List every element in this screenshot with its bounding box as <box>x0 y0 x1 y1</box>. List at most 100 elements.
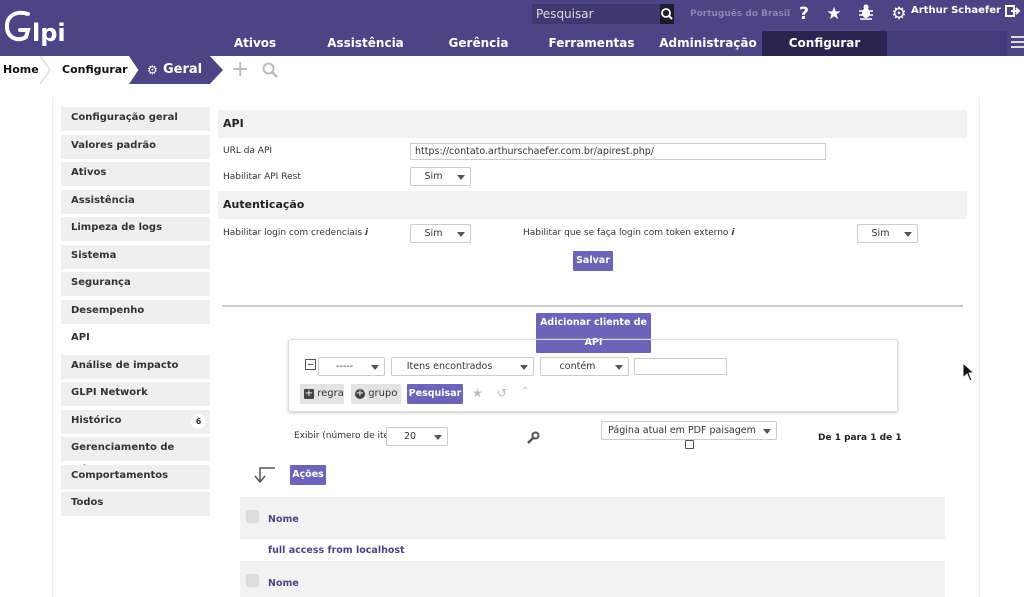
add-rule-label: regra <box>317 388 344 399</box>
creds-label-wrap: Habilitar login com credenciais i <box>223 228 368 238</box>
creds-select[interactable]: Sim <box>410 224 471 243</box>
plus-icon[interactable]: + <box>231 59 249 81</box>
chevron-down-icon <box>457 232 465 237</box>
api-url-label: URL da API <box>223 146 273 156</box>
sidebar-item-config-geral[interactable]: Configuração geral <box>61 107 210 131</box>
breadcrumb-current[interactable]: ⚙ Geral <box>129 56 223 84</box>
breadcrumb-separator-icon <box>39 56 51 84</box>
logout-icon[interactable] <box>1001 3 1023 25</box>
plus-circle-icon: + <box>355 388 365 399</box>
gear-icon: ⚙ <box>147 63 158 77</box>
sidebar-item-ativos[interactable]: Ativos <box>61 162 210 186</box>
add-group-label: grupo <box>368 388 398 399</box>
reset-icon[interactable]: ↺ <box>497 386 507 400</box>
column-header-nome[interactable]: Nome <box>268 514 299 525</box>
menu-item-administracao[interactable]: Administração <box>654 31 762 56</box>
sidebar-item-valores-padrao[interactable]: Valores padrão <box>61 134 210 159</box>
star-icon[interactable]: ★ <box>472 386 483 400</box>
select-all-checkbox[interactable] <box>246 574 259 587</box>
items-select[interactable]: Itens encontrados <box>391 357 534 376</box>
breadcrumb-home[interactable]: Home <box>3 56 39 84</box>
chevron-down-icon <box>371 365 379 370</box>
sidebar-item-seguranca[interactable]: Segurança <box>61 272 210 296</box>
token-value: Sim <box>871 228 890 239</box>
sidebar-item-assistencia[interactable]: Assistência <box>61 189 210 214</box>
sidebar-item-todos[interactable]: Todos <box>61 492 210 516</box>
display-count-select[interactable]: 20 <box>386 427 448 446</box>
chevron-down-icon <box>434 435 442 440</box>
add-group-button[interactable]: + grupo <box>351 384 401 404</box>
results-table: Nome full access from localhost Nome <box>240 497 945 597</box>
user-name[interactable]: Arthur Schaefer <box>911 5 1001 16</box>
sidebar-item-sistema[interactable]: Sistema <box>61 244 210 269</box>
menu-item-assistencia[interactable]: Assistência <box>303 31 428 56</box>
breadcrumb-configurar[interactable]: Configurar <box>62 56 128 84</box>
breadcrumb-current-label: Geral <box>163 62 203 77</box>
creds-label: Habilitar login com credenciais <box>223 228 363 238</box>
operator-select[interactable]: contém <box>540 357 629 376</box>
help-icon[interactable]: ? <box>793 3 815 25</box>
save-button[interactable]: Salvar <box>573 251 613 271</box>
search-value-input[interactable] <box>634 358 727 375</box>
sidebar-item-api[interactable]: API <box>61 327 210 351</box>
export-select-value: Página atual em PDF paisagem <box>608 425 756 436</box>
chevron-down-icon <box>615 365 623 370</box>
sidebar-item-glpi-network[interactable]: GLPI Network <box>61 382 210 406</box>
pagination-summary: De 1 para 1 de 1 <box>818 433 902 443</box>
remove-criteria-icon[interactable] <box>305 359 316 370</box>
sidebar-item-historico[interactable]: Histórico 6 <box>61 409 210 434</box>
search-criteria-panel: ----- Itens encontrados contém + regra +… <box>288 339 898 412</box>
sidebar-item-limpeza-logs[interactable]: Limpeza de logs <box>61 217 210 241</box>
info-icon[interactable]: i <box>365 228 368 238</box>
items-select-value: Itens encontrados <box>406 361 493 372</box>
sidebar-item-analise-impacto[interactable]: Análise de impacto <box>61 354 210 379</box>
auth-section-title: Autenticação <box>218 191 967 219</box>
sidebar-item-etiquetas[interactable]: Gerenciamento de Etiq... <box>61 437 210 475</box>
export-select[interactable]: Página atual em PDF paisagem <box>601 421 777 440</box>
collapse-icon[interactable]: ⌃ <box>521 386 529 397</box>
search-icon[interactable] <box>660 4 674 24</box>
menu-filler <box>887 31 1007 56</box>
field-select[interactable]: ----- <box>318 357 385 376</box>
column-footer-nome[interactable]: Nome <box>268 578 299 589</box>
sidebar: Configuração geral Valores padrão Ativos… <box>61 107 210 520</box>
add-rule-button[interactable]: + regra <box>300 384 344 404</box>
magnify-icon[interactable] <box>262 62 278 78</box>
token-label: Habilitar que se faça login com token ex… <box>523 228 729 238</box>
svg-text:lpi: lpi <box>32 19 66 47</box>
star-icon[interactable]: ★ <box>823 3 845 25</box>
api-url-field[interactable]: https://contato.arthurschaefer.com.br/ap… <box>410 143 826 160</box>
chevron-down-icon <box>457 175 465 180</box>
bug-icon[interactable] <box>855 3 877 25</box>
divider <box>222 305 963 307</box>
search-button[interactable]: Pesquisar <box>407 384 463 404</box>
sidebar-item-comportamentos[interactable]: Comportamentos <box>61 464 210 489</box>
api-rest-label: Habilitar API Rest <box>223 172 301 182</box>
info-icon[interactable]: i <box>731 228 734 238</box>
api-rest-select[interactable]: Sim <box>410 167 471 186</box>
breadcrumb: Home Configurar ⚙ Geral + <box>0 56 1024 84</box>
row-link[interactable]: full access from localhost <box>268 545 405 556</box>
menu-item-gerencia[interactable]: Gerência <box>428 31 529 56</box>
menu-item-ativos[interactable]: Ativos <box>207 31 303 56</box>
menu-item-configurar[interactable]: Configurar <box>762 31 887 56</box>
export-icon[interactable] <box>685 440 694 449</box>
language-selector[interactable]: Português do Brasil <box>690 9 790 19</box>
api-section-title: API <box>218 110 967 138</box>
display-count-value: 20 <box>403 431 417 442</box>
chevron-down-icon <box>763 429 771 434</box>
gear-icon[interactable]: ⚙ <box>888 3 910 25</box>
table-header-row: Nome <box>240 497 945 539</box>
actions-button[interactable]: Ações <box>290 465 326 485</box>
menu-item-ferramentas[interactable]: Ferramentas <box>529 31 654 56</box>
creds-value: Sim <box>424 228 443 239</box>
select-all-checkbox[interactable] <box>246 510 259 523</box>
token-label-wrap: Habilitar que se faça login com token ex… <box>523 228 734 238</box>
sidebar-item-desempenho[interactable]: Desempenho <box>61 299 210 324</box>
main-menu: Ativos Assistência Gerência Ferramentas … <box>207 31 887 56</box>
glpi-logo[interactable]: lpi <box>2 4 78 50</box>
hamburger-icon[interactable] <box>1011 36 1024 50</box>
search-input[interactable]: Pesquisar <box>532 4 660 24</box>
token-select[interactable]: Sim <box>857 224 918 243</box>
wrench-icon[interactable] <box>526 430 540 449</box>
